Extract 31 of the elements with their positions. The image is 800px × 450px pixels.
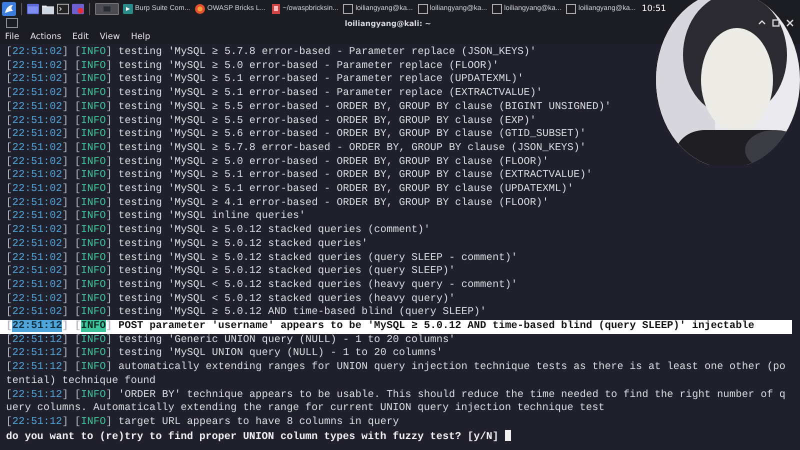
menu-item[interactable]: Actions <box>30 32 62 42</box>
clock: 10:51 <box>642 4 666 14</box>
log-line: [22:51:02] [INFO] testing 'MySQL ≥ 5.0 error-based - ORDER BY, GROUP BY clause (FLOOR)' <box>6 156 550 170</box>
log-line: [22:51:02] [INFO] testing 'MySQL ≥ 5.1 error-based - Parameter replace (UPDATEXML)' <box>6 73 525 88</box>
log-line: [22:51:02] [INFO] testing 'MySQL ≥ 5.7.8 error-based - Parameter replace (JSON_KEYS)' <box>6 46 538 60</box>
menu-item[interactable]: View <box>100 32 120 42</box>
log-line: [22:51:02] [INFO] testing 'MySQL ≥ 5.7.8 error-based - ORDER BY, GROUP BY clause (JSON_KEYS)' <box>6 142 587 156</box>
log-line: [22:51:02] [INFO] testing 'MySQL ≥ 5.1 error-based - Parameter replace (EXTRACTVALUE)' <box>6 87 544 101</box>
log-line: [22:51:02] [INFO] testing 'MySQL ≥ 5.0.12 stacked queries (query SLEEP)' <box>6 265 456 279</box>
menu-item[interactable]: File <box>5 32 20 42</box>
log-line: [22:51:12] [INFO] automatically extending ranges for UNION query injection technique tests as there is at least one other (potential) technique found <box>6 361 787 389</box>
menu-item[interactable]: Help <box>130 32 150 42</box>
log-line: [22:51:12] [INFO] testing 'MySQL UNION query (NULL) - 1 to 20 columns' <box>6 347 444 362</box>
log-line: [22:51:02] [INFO] testing 'MySQL ≥ 5.6 error-based - ORDER BY, GROUP BY clause (GTID_SUBSET)' <box>6 128 587 142</box>
menu-item[interactable]: Edit <box>72 32 89 42</box>
log-line: [22:51:02] [INFO] testing 'MySQL ≥ 5.0.12 stacked queries (query SLEEP - comment)' <box>6 252 518 266</box>
log-line: [22:51:02] [INFO] testing 'MySQL ≥ 4.1 error-based - ORDER BY, GROUP BY clause (FLOOR)' <box>6 196 550 210</box>
log-line: [22:51:02] [INFO] testing 'MySQL ≥ 5.0 error-based - Parameter replace (FLOOR)' <box>6 60 500 74</box>
log-line: [22:51:02] [INFO] testing 'MySQL inline queries' <box>6 210 306 224</box>
log-line: [22:51:02] [INFO] testing 'MySQL ≥ 5.0.12 stacked queries (comment)' <box>6 224 432 238</box>
log-line: [22:51:02] [INFO] testing 'MySQL ≥ 5.5 error-based - ORDER BY, GROUP BY clause (EXP)' <box>6 114 538 128</box>
prompt-text: do you want to (re)try to find proper UNION column types with fuzzy test? [y/N] <box>6 430 499 443</box>
log-line: [22:51:02] [INFO] testing 'MySQL < 5.0.12 stacked queries (heavy query)' <box>6 292 456 306</box>
log-line: [22:51:12] [INFO] testing 'Generic UNION query (NULL) - 1 to 20 columns' <box>6 334 456 348</box>
log-line: [22:51:02] [INFO] testing 'MySQL ≥ 5.0.12 AND time-based blind (query SLEEP)' <box>6 306 488 320</box>
log-line: [22:51:12] [INFO] target URL appears to have 8 columns in query <box>6 416 400 430</box>
log-line: [22:51:02] [INFO] testing 'MySQL ≥ 5.0.12 stacked queries' <box>6 238 369 252</box>
log-line: [22:51:02] [INFO] testing 'MySQL < 5.0.12 stacked queries (heavy query - comment)' <box>6 278 518 293</box>
log-line: [22:51:02] [INFO] testing 'MySQL ≥ 5.1 error-based - ORDER BY, GROUP BY clause (UPDATEXML)' <box>6 183 575 197</box>
log-line: [22:51:02] [INFO] testing 'MySQL ≥ 5.1 error-based - ORDER BY, GROUP BY clause (EXTRACTVALUE)' <box>6 169 594 184</box>
log-line: [22:51:02] [INFO] testing 'MySQL ≥ 5.5 error-based - ORDER BY, GROUP BY clause (BIGINT UNSIGNED)' <box>6 100 612 115</box>
